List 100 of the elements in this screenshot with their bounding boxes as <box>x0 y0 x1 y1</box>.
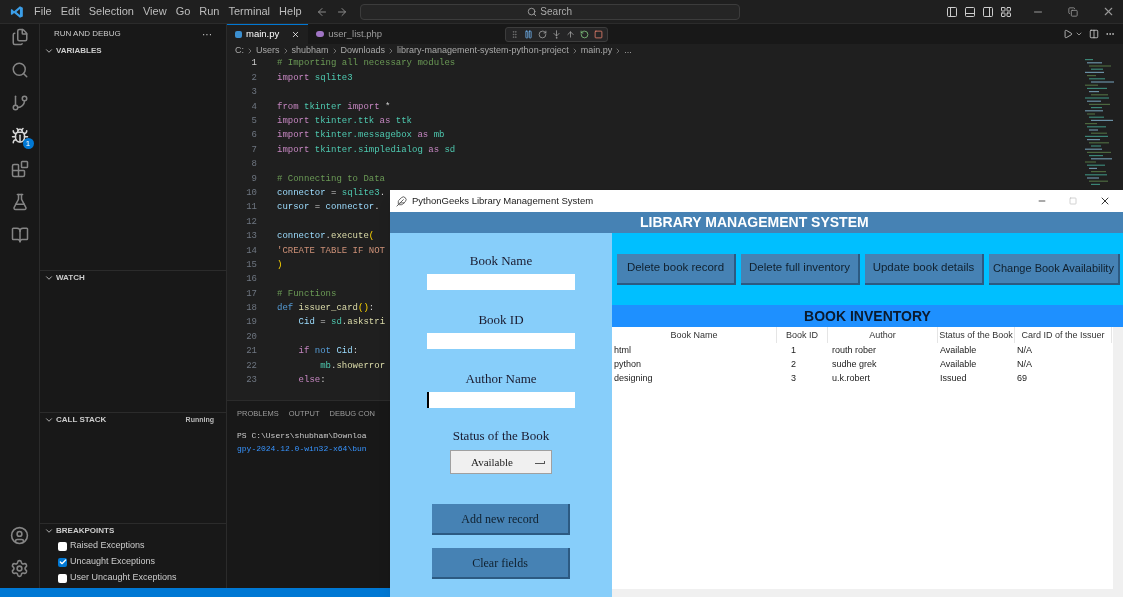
text-input[interactable] <box>427 392 575 408</box>
status-dropdown[interactable]: Available <box>450 450 552 474</box>
code-line: if not Cid: <box>297 345 359 359</box>
chevron-down-icon[interactable] <box>44 526 54 536</box>
code-line: # Importing all necessary modules <box>277 57 456 71</box>
checkbox[interactable] <box>58 573 67 583</box>
code-line: Cid = sd.askstri <box>297 316 386 330</box>
line-number: 15 <box>245 258 257 272</box>
clear-fields-button[interactable]: Clear fields <box>432 548 570 579</box>
app-logo-icon <box>10 4 24 19</box>
explorer-icon[interactable] <box>10 28 29 46</box>
column-header[interactable]: Status of the Book <box>938 327 1015 343</box>
chevron-down-icon[interactable] <box>44 415 54 425</box>
table-cell-text: Available <box>939 358 978 371</box>
chevron-down-icon[interactable] <box>44 273 54 283</box>
line-number: 21 <box>245 345 257 359</box>
flask-icon[interactable] <box>10 193 29 211</box>
code-line: mb.showerror <box>319 359 386 373</box>
close-icon[interactable] <box>1102 5 1115 18</box>
code-line: from tkinter import * <box>277 100 391 114</box>
breadcrumb-item[interactable]: ... <box>624 43 632 58</box>
add-record-button[interactable]: Add new record <box>432 504 570 535</box>
pause-icon[interactable] <box>524 30 533 39</box>
forward-arrow-icon[interactable] <box>335 5 348 18</box>
column-header[interactable]: Book ID <box>777 327 828 343</box>
section-header[interactable]: VARIABLES <box>56 45 102 57</box>
search-icon[interactable] <box>10 61 29 79</box>
section-header[interactable]: WATCH <box>56 272 85 284</box>
menu-item[interactable]: View <box>138 3 171 20</box>
line-number: 19 <box>245 316 257 330</box>
breakpoint-label: Uncaught Exceptions <box>70 555 156 569</box>
breadcrumb-item[interactable]: library-management-system-python-project <box>397 43 569 58</box>
breadcrumb-item[interactable]: C: <box>235 43 244 58</box>
menu-item[interactable]: Help <box>275 3 306 20</box>
run-debug-icon[interactable] <box>10 127 29 145</box>
table-cell-text: 2 <box>790 358 797 371</box>
column-header[interactable]: Card ID of the Issuer <box>1015 327 1112 343</box>
step-out-icon[interactable] <box>566 30 575 39</box>
checkbox[interactable] <box>58 541 67 551</box>
close-icon[interactable] <box>1099 195 1111 207</box>
split-editor-icon[interactable] <box>1089 29 1099 39</box>
checkbox[interactable] <box>58 557 67 567</box>
step-over-icon[interactable] <box>538 30 547 39</box>
editor-tab[interactable]: main.py <box>227 24 309 44</box>
run-icon[interactable] <box>1063 29 1073 39</box>
code-line: connector = sqlite3. <box>277 186 386 200</box>
layout-icon[interactable] <box>1000 5 1012 18</box>
line-number: 10 <box>245 186 257 200</box>
action-button[interactable]: Update book details <box>865 253 984 285</box>
extensions-icon[interactable] <box>10 160 29 178</box>
step-into-icon[interactable] <box>552 30 561 39</box>
breadcrumb-item[interactable]: shubham <box>291 43 329 58</box>
menu-item[interactable]: Terminal <box>224 3 275 20</box>
book-icon[interactable] <box>10 226 29 244</box>
breadcrumb-item[interactable]: Users <box>256 43 280 58</box>
chevron-down-icon[interactable] <box>44 46 54 56</box>
dropdown-indicator-icon <box>535 460 545 464</box>
field-label: Status of the Book <box>452 428 550 444</box>
action-button[interactable]: Delete book record <box>617 253 736 285</box>
account-icon[interactable] <box>10 526 29 545</box>
chevron-down-icon[interactable] <box>1075 30 1083 38</box>
table-cell-text: 69 <box>1016 372 1028 385</box>
menu-item[interactable]: Selection <box>84 3 138 20</box>
notification-badge: 1 <box>22 138 34 149</box>
section-header[interactable]: CALL STACK <box>56 414 107 426</box>
more-actions-button[interactable]: ··· <box>202 26 212 42</box>
back-arrow-icon[interactable] <box>315 5 328 18</box>
editor-tab[interactable]: user_list.php <box>308 24 391 44</box>
menu-item[interactable]: Edit <box>56 3 84 20</box>
section-header[interactable]: BREAKPOINTS <box>56 525 115 537</box>
table-cell-text: 1 <box>790 344 797 357</box>
breadcrumb-item[interactable]: Downloads <box>340 43 386 58</box>
code-line: connector.execute( <box>277 230 375 244</box>
settings-icon[interactable] <box>10 559 29 578</box>
terminal-line: gpy-2024.12.0-win32-x64\bun <box>237 443 367 455</box>
menu-item[interactable]: Go <box>171 3 195 20</box>
breadcrumb-item[interactable]: main.py <box>580 43 613 58</box>
vertical-scrollbar[interactable] <box>1113 327 1123 597</box>
search-field[interactable]: Search <box>359 3 740 20</box>
table-cell-text: N/A <box>1016 358 1033 371</box>
line-number: 7 <box>250 143 257 157</box>
table-cell-text: designing <box>613 372 654 385</box>
panel-right-icon[interactable] <box>982 5 994 18</box>
column-header[interactable]: Author <box>828 327 938 343</box>
column-header[interactable]: Book Name <box>612 327 777 343</box>
code-line: # Connecting to Data <box>277 172 386 186</box>
menu-item[interactable]: File <box>30 3 56 20</box>
restart-icon[interactable] <box>580 30 589 39</box>
close-icon[interactable] <box>291 30 301 39</box>
panel-bottom-icon[interactable] <box>964 5 976 18</box>
horizontal-scrollbar[interactable] <box>612 589 1113 597</box>
stop-icon[interactable] <box>594 30 603 39</box>
action-button[interactable]: Delete full inventory <box>741 253 860 285</box>
source-control-icon[interactable] <box>10 94 29 112</box>
menu-item[interactable]: Run <box>195 3 224 20</box>
table-cell-text: Available <box>939 344 978 357</box>
restore-icon[interactable] <box>1068 6 1078 17</box>
grip-icon[interactable] <box>510 30 519 39</box>
action-button[interactable]: Change Book Availability <box>989 253 1120 285</box>
panel-left-icon[interactable] <box>946 5 958 18</box>
